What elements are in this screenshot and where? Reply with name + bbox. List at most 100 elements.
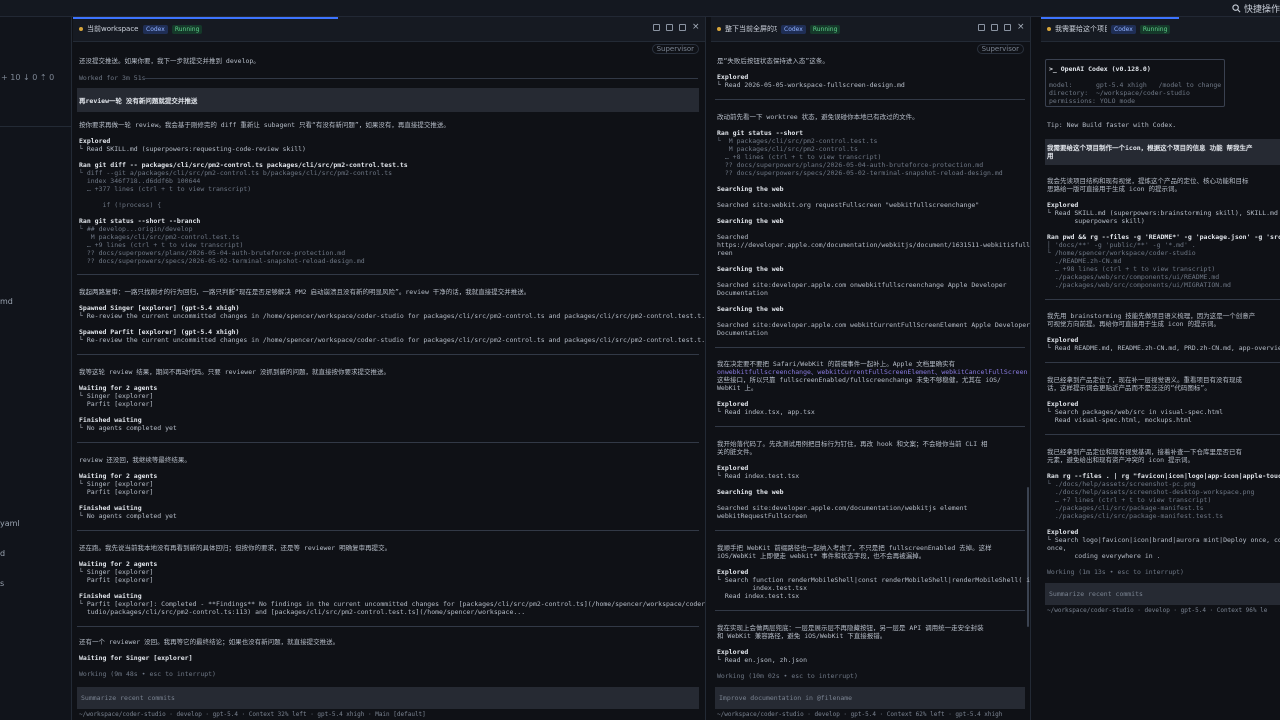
transcript-line: 还有一个 reviewer 没回。我再等它的最终结论；如果也没有新问题，就直接提… <box>79 638 340 646</box>
transcript-line: ?? docs/superpowers/plans/2026-05-04-aut… <box>717 161 984 169</box>
prompt-input[interactable]: Summarize recent commits <box>1045 583 1280 605</box>
transcript-line: 关的脏文件。 <box>717 448 756 456</box>
pane-title: 我需要给这个项目制... <box>1055 25 1107 33</box>
transcript-line: … +8 lines (ctrl + t to view transcript) <box>717 153 882 161</box>
transcript-line: Explored <box>1047 201 1079 209</box>
supervisor-row: Supervisor <box>711 42 1030 56</box>
pane-controls: × <box>653 23 700 32</box>
transcript-line: Searching the web <box>717 488 784 496</box>
pane-tab[interactable]: 我需要给这个项目制... Codex Running <box>1041 17 1280 42</box>
transcript-line: tudio/packages/cli/src/pm2-control.ts:11… <box>79 608 526 616</box>
transcript-line: └ /home/spencer/workspace/coder-studio <box>1047 249 1196 257</box>
transcript-line: … +98 lines (ctrl + t to view transcript… <box>1047 265 1216 273</box>
close-icon[interactable]: × <box>692 23 700 32</box>
transcript-line: Ran rg --files . | rg "favicon|icon|logo… <box>1047 472 1280 480</box>
transcript-line: ?? docs/superpowers/specs/2026-05-02-ter… <box>79 257 365 265</box>
transcript-line: once, <box>1047 544 1067 552</box>
divider <box>77 274 699 275</box>
transcript-line: ./packages/web/src/components/ui/README.… <box>1047 273 1220 281</box>
transcript-line: Searched site:developer.apple.com webkit… <box>717 321 1031 329</box>
user-prompt: 我需要给这个项目制作一个icon，根据这个项目的信息 功能 帮我生产 <box>1047 144 1253 152</box>
transcript-line: 我开始落代码了。先改测试用例把目标行为钉住，再改 hook 和文案；不会碰你当前… <box>717 440 988 448</box>
transcript-line: 还没提交推送。如果你要，我下一步就提交并推到 develop。 <box>79 57 260 65</box>
sidebar-file-md[interactable]: md <box>0 297 13 306</box>
status-line: ~/workspace/coder-studio · develop · gpt… <box>1047 607 1268 614</box>
transcript-line: index.test.tsx <box>717 584 808 592</box>
transcript-line: Finished waiting <box>79 504 142 512</box>
banner-permissions: permissions: YOLO mode <box>1049 97 1136 105</box>
divider <box>77 530 699 531</box>
transcript-line: 我已经拿到产品定位了，现在补一层视觉语义。重看项目有没有现成 <box>1047 376 1242 384</box>
pane-tab[interactable]: 当前workspace... Codex Running × <box>73 17 705 42</box>
transcript-line: coding everywhere in . <box>1047 552 1161 560</box>
pane-tab[interactable]: 整下当前全屏的功能... Codex Running × <box>711 17 1030 42</box>
search-icon <box>1232 4 1241 13</box>
top-bar: 快捷操作 <box>0 0 1280 17</box>
transcript-line: Searched site:webkit.org requestFullscre… <box>717 201 980 209</box>
banner-model: model: gpt-5.4 xhigh /model to change <box>1049 81 1222 89</box>
transcript-line: 思路给一版可直接用于生成 icon 的提示词。 <box>1047 185 1181 193</box>
pane-title: 整下当前全屏的功能... <box>725 25 777 33</box>
prompt-placeholder: Improve documentation in @filename <box>719 694 853 702</box>
active-indicator <box>73 17 338 19</box>
transcript-line: webkitRequestFullscreen <box>717 512 808 520</box>
window-icon[interactable] <box>991 24 998 31</box>
divider <box>715 99 1025 100</box>
prompt-input[interactable]: Improve documentation in @filename <box>715 687 1025 709</box>
transcript-line: Documentation <box>717 289 768 297</box>
banner-directory: directory: ~/workspace/coder-studio <box>1049 89 1190 97</box>
divider <box>77 626 699 627</box>
active-indicator <box>1041 17 1179 19</box>
sidebar-divider <box>0 126 72 127</box>
activity-dot <box>1047 27 1051 31</box>
transcript-line: └ Re-review the current uncommitted chan… <box>79 336 706 344</box>
transcript-line: Explored <box>717 464 749 472</box>
transcript-line: ./packages/cli/src/package-manifest.test… <box>1047 512 1224 520</box>
transcript-line: └ Read SKILL.md (superpowers:requesting-… <box>79 145 306 153</box>
supervisor-button[interactable]: Supervisor <box>976 44 1024 54</box>
divider <box>143 78 698 79</box>
prompt-input[interactable]: Summarize recent commits <box>77 687 699 709</box>
transcript-line: ./packages/cli/src/package-manifest.ts <box>1047 504 1204 512</box>
supervisor-row: Supervisor <box>73 42 705 56</box>
pane-controls: × <box>978 23 1025 32</box>
transcript-line: 改动前先看一下 worktree 状态，避免误碰你本地已有改过的文件。 <box>717 113 919 121</box>
working-indicator: Working (10m 02s • esc to interrupt) <box>717 672 858 680</box>
terminal-pane-main: 当前workspace... Codex Running × Superviso… <box>73 17 706 720</box>
sidebar-file-s[interactable]: s <box>0 579 4 588</box>
transcript-line: └ Search logo|favicon|icon|brand|aurora … <box>1047 536 1280 544</box>
transcript-line: 我顺手把 WebKit 前缀路径也一起纳入考虑了，不只是把 fullscreen… <box>717 544 992 552</box>
transcript-line: 还在跑。我先说当前我本地没有再看到新的具体回归；但按你的要求，还是等 revie… <box>79 544 392 552</box>
transcript-line: WebKit 上。 <box>717 384 758 392</box>
quick-actions[interactable]: 快捷操作 <box>1232 2 1280 15</box>
transcript-line: └ Singer [explorer] <box>79 480 154 488</box>
transcript-line: M packages/cli/src/pm2-control.test.ts <box>79 233 240 241</box>
close-icon[interactable]: × <box>1017 23 1025 32</box>
transcript-line: 我会先读项目结构和现有视觉，提炼这个产品的定位、核心功能和目标 <box>1047 177 1249 185</box>
window-icon[interactable] <box>666 24 673 31</box>
transcript-line: reen <box>717 249 733 257</box>
supervisor-button[interactable]: Supervisor <box>651 44 699 54</box>
running-badge: Running <box>809 24 841 34</box>
transcript-line: Waiting for Singer [explorer] <box>79 654 193 662</box>
codex-badge: Codex <box>143 24 168 34</box>
maximize-icon[interactable] <box>1004 24 1011 31</box>
transcript-line: └ Read SKILL.md (superpowers:brainstormi… <box>1047 209 1280 217</box>
transcript-line: Explored <box>717 648 749 656</box>
scrollbar[interactable] <box>1027 487 1029 627</box>
transcript-line: Explored <box>79 137 111 145</box>
transcript-line: Parfit [explorer] <box>79 576 154 584</box>
transcript-line: ?? docs/superpowers/specs/2026-05-02-ter… <box>717 169 1003 177</box>
terminal-pane-fullscreen: 整下当前全屏的功能... Codex Running × Supervisor … <box>711 17 1031 720</box>
transcript-line: Searched <box>717 233 749 241</box>
maximize-icon[interactable] <box>679 24 686 31</box>
sidebar-file-d[interactable]: d <box>0 549 5 558</box>
transcript-line: Searching the web <box>717 305 784 313</box>
split-icon[interactable] <box>978 24 985 31</box>
transcript-line: └ Parfit [explorer]: Completed - **Findi… <box>79 600 706 608</box>
sidebar-file-yaml[interactable]: yaml <box>0 519 20 528</box>
transcript-line: └ M packages/cli/src/pm2-control.test.ts <box>717 137 878 145</box>
divider <box>715 530 1025 531</box>
transcript-line: Documentation <box>717 329 768 337</box>
split-icon[interactable] <box>653 24 660 31</box>
